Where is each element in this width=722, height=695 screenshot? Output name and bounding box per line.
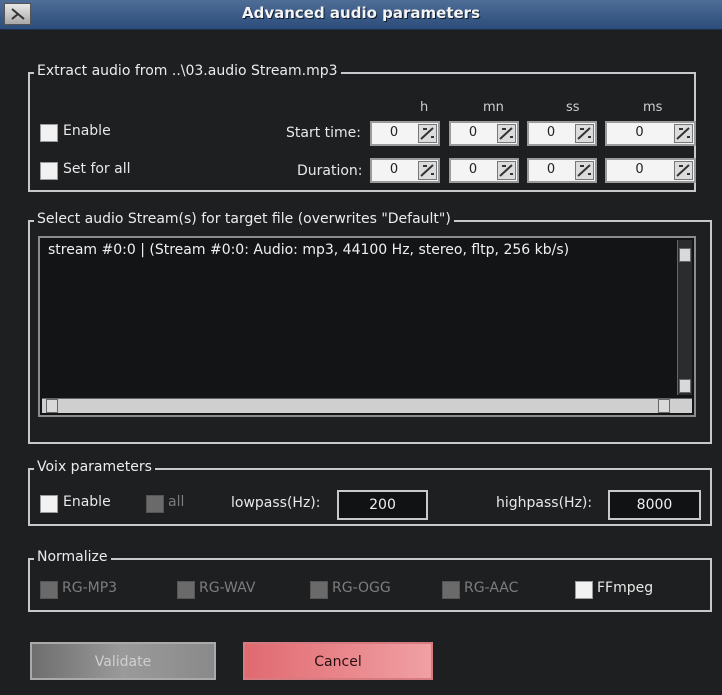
column-h-label: h: [420, 100, 429, 115]
highpass-input[interactable]: 8000: [608, 490, 701, 520]
voix-all-checkbox[interactable]: [146, 495, 164, 513]
duration-seconds-spinner[interactable]: 0: [527, 158, 597, 183]
rg-mp3-checkbox[interactable]: [40, 581, 58, 599]
spinner-arrows-icon[interactable]: [418, 161, 437, 180]
spinner-arrows-icon[interactable]: [674, 161, 693, 180]
scroll-left-icon[interactable]: [46, 399, 58, 413]
validate-button[interactable]: Validate: [30, 642, 216, 680]
voix-legend: Voix parameters: [34, 459, 155, 475]
start-hours-spinner[interactable]: 0: [370, 121, 440, 146]
voix-enable-label: Enable: [63, 494, 111, 510]
start-seconds-spinner[interactable]: 0: [527, 121, 597, 146]
start-milliseconds-value: 0: [635, 125, 644, 140]
scroll-down-icon[interactable]: [679, 379, 691, 393]
lowpass-input[interactable]: 200: [337, 490, 428, 520]
duration-hours-value: 0: [389, 162, 399, 177]
set-for-all-label: Set for all: [63, 161, 131, 177]
horizontal-scrollbar[interactable]: [42, 398, 692, 413]
normalize-legend: Normalize: [34, 549, 111, 565]
start-hours-value: 0: [389, 125, 399, 140]
duration-hours-spinner[interactable]: 0: [370, 158, 440, 183]
column-ss-label: ss: [566, 100, 580, 115]
rg-ogg-label: RG-OGG: [332, 580, 391, 596]
lowpass-label: lowpass(Hz):: [231, 495, 321, 511]
start-minutes-value: 0: [468, 125, 478, 140]
voix-enable-checkbox[interactable]: [40, 495, 58, 513]
ffmpeg-checkbox[interactable]: [575, 581, 593, 599]
title-bar: Advanced audio parameters: [0, 0, 722, 30]
start-milliseconds-spinner[interactable]: 0: [605, 121, 696, 146]
spinner-arrows-icon[interactable]: [418, 124, 437, 143]
duration-milliseconds-spinner[interactable]: 0: [605, 158, 696, 183]
ffmpeg-label: FFmpeg: [597, 580, 654, 596]
vertical-scrollbar[interactable]: [677, 240, 692, 395]
duration-minutes-spinner[interactable]: 0: [449, 158, 519, 183]
start-minutes-spinner[interactable]: 0: [449, 121, 519, 146]
rg-wav-checkbox[interactable]: [177, 581, 195, 599]
spinner-arrows-icon[interactable]: [575, 161, 594, 180]
scroll-right-icon[interactable]: [658, 399, 670, 413]
spinner-arrows-icon[interactable]: [575, 124, 594, 143]
extract-legend: Extract audio from ..\03.audio Stream.mp…: [34, 63, 341, 79]
rg-ogg-checkbox[interactable]: [310, 581, 328, 599]
spinner-arrows-icon[interactable]: [674, 124, 693, 143]
stream-legend: Select audio Stream(s) for target file (…: [34, 211, 454, 227]
cancel-button[interactable]: Cancel: [243, 642, 433, 680]
start-time-label: Start time:: [286, 125, 361, 141]
column-ms-label: ms: [643, 100, 663, 115]
rg-aac-checkbox[interactable]: [442, 581, 460, 599]
window-title: Advanced audio parameters: [241, 4, 480, 22]
stream-listbox[interactable]: stream #0:0 | (Stream #0:0: Audio: mp3, …: [38, 236, 696, 417]
duration-milliseconds-value: 0: [635, 162, 644, 177]
list-item[interactable]: stream #0:0 | (Stream #0:0: Audio: mp3, …: [48, 242, 569, 258]
rg-mp3-label: RG-MP3: [62, 580, 118, 596]
scroll-up-icon[interactable]: [679, 248, 691, 262]
column-mn-label: mn: [483, 100, 504, 115]
highpass-label: highpass(Hz):: [496, 495, 593, 511]
rg-aac-label: RG-AAC: [464, 580, 519, 596]
spinner-arrows-icon[interactable]: [497, 124, 516, 143]
duration-label: Duration:: [297, 163, 363, 179]
duration-minutes-value: 0: [468, 162, 478, 177]
extract-enable-label: Enable: [63, 123, 111, 139]
spinner-arrows-icon[interactable]: [497, 161, 516, 180]
voix-all-label: all: [168, 494, 185, 510]
duration-seconds-value: 0: [546, 162, 556, 177]
rg-wav-label: RG-WAV: [199, 580, 256, 596]
set-for-all-checkbox[interactable]: [40, 162, 58, 180]
start-seconds-value: 0: [546, 125, 556, 140]
extract-enable-checkbox[interactable]: [40, 124, 58, 142]
